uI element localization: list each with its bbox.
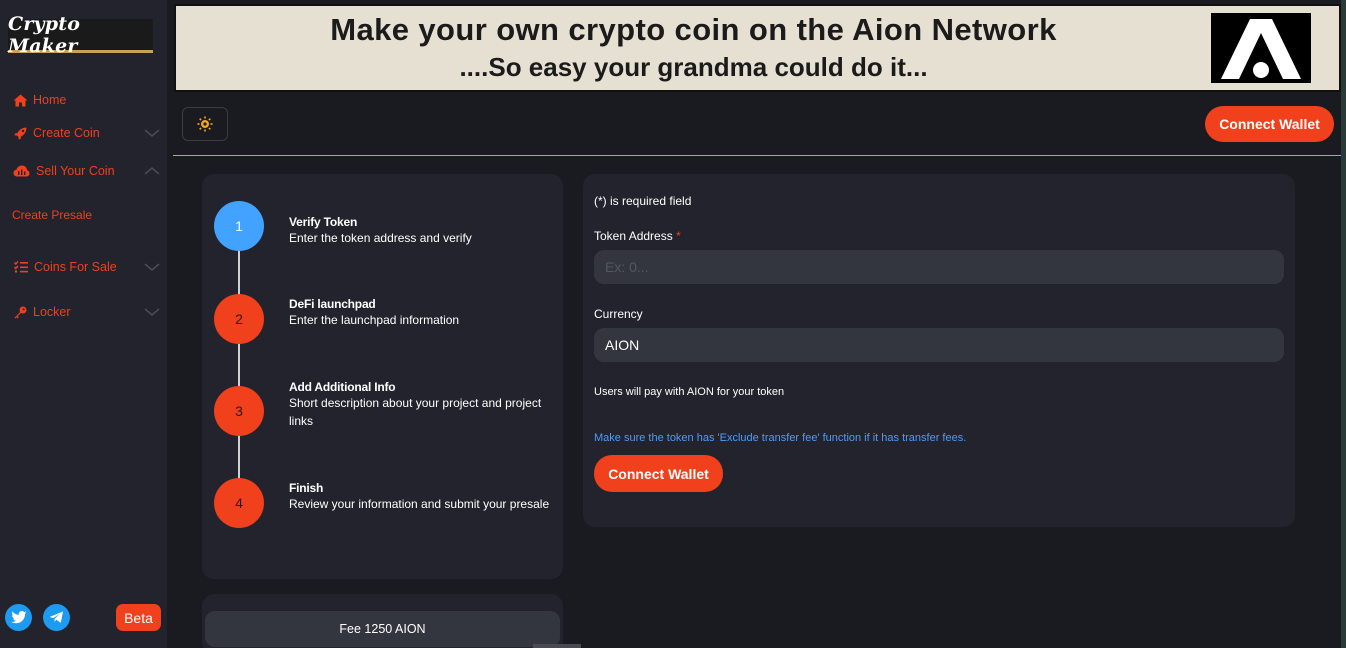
chevron-up-icon[interactable] bbox=[144, 163, 160, 179]
header-divider bbox=[173, 155, 1341, 156]
sidebar-item-locker[interactable]: Locker bbox=[12, 305, 160, 319]
chevron-down-icon[interactable] bbox=[144, 304, 160, 320]
step-4-indicator: 4 bbox=[214, 478, 264, 528]
currency-hint: Users will pay with AION for your token bbox=[594, 386, 785, 398]
sidebar-item-label: Home bbox=[33, 93, 67, 107]
token-address-input[interactable] bbox=[594, 250, 1284, 284]
token-address-label: Token Address * bbox=[594, 229, 681, 243]
currency-field[interactable] bbox=[594, 328, 1284, 362]
step-1-indicator: 1 bbox=[214, 201, 264, 251]
sidebar-item-label: Create Coin bbox=[33, 126, 100, 140]
telegram-icon[interactable] bbox=[43, 604, 70, 631]
step-3-description: Short description about your project and… bbox=[289, 396, 542, 428]
sidebar-item-label: Coins For Sale bbox=[34, 260, 117, 274]
form-connect-wallet-button[interactable]: Connect Wallet bbox=[594, 455, 723, 492]
step-2-title: DeFi launchpad bbox=[289, 297, 376, 311]
sidebar-subitem-create-presale[interactable]: Create Presale bbox=[12, 208, 92, 222]
step-4-description: Review your information and submit your … bbox=[289, 497, 550, 511]
step-1-title: Verify Token bbox=[289, 215, 358, 229]
connect-wallet-button[interactable]: Connect Wallet bbox=[1205, 106, 1334, 142]
step-3-title: Add Additional Info bbox=[289, 380, 396, 394]
window-edge bbox=[1341, 0, 1346, 648]
step-2-indicator: 2 bbox=[214, 294, 264, 344]
horizontal-scrollbar[interactable] bbox=[533, 644, 581, 648]
logo-text: Crypto Maker bbox=[8, 12, 81, 57]
cloud-icon bbox=[12, 164, 30, 178]
theme-toggle-button[interactable] bbox=[182, 107, 228, 141]
transfer-fee-warning: Make sure the token has 'Exclude transfe… bbox=[594, 432, 967, 444]
chevron-down-icon[interactable] bbox=[144, 125, 160, 141]
sidebar-item-label: Sell Your Coin bbox=[36, 164, 115, 178]
key-icon bbox=[12, 305, 28, 319]
fee-label: Fee 1250 AION bbox=[205, 611, 560, 647]
sun-icon bbox=[197, 116, 213, 132]
banner-title: Make your own crypto coin on the Aion Ne… bbox=[330, 12, 1057, 47]
sidebar-item-sell-your-coin[interactable]: Sell Your Coin bbox=[12, 164, 160, 178]
token-address-label-text: Token Address bbox=[594, 229, 673, 243]
sidebar-item-home[interactable]: Home bbox=[12, 93, 152, 107]
rocket-icon bbox=[12, 126, 28, 140]
beta-badge: Beta bbox=[116, 604, 161, 631]
step-3-indicator: 3 bbox=[214, 386, 264, 436]
home-icon bbox=[12, 93, 28, 107]
banner: Make your own crypto coin on the Aion Ne… bbox=[174, 4, 1341, 92]
step-1-description: Enter the token address and verify bbox=[289, 231, 472, 245]
sidebar-item-create-coin[interactable]: Create Coin bbox=[12, 126, 160, 140]
logo[interactable]: Crypto Maker bbox=[8, 13, 153, 57]
required-asterisk: * bbox=[676, 229, 681, 243]
steps-connector bbox=[238, 226, 240, 504]
sidebar-item-label: Locker bbox=[33, 305, 71, 319]
required-note: (*) is required field bbox=[594, 194, 692, 208]
sidebar: Crypto Maker Home Create Coin Sell Your … bbox=[0, 0, 167, 648]
chevron-down-icon[interactable] bbox=[144, 259, 160, 275]
list-icon bbox=[12, 260, 29, 274]
sidebar-item-coins-for-sale[interactable]: Coins For Sale bbox=[12, 260, 160, 274]
currency-label: Currency bbox=[594, 307, 643, 321]
aion-logo-icon bbox=[1211, 13, 1311, 83]
banner-subtitle: ....So easy your grandma could do it... bbox=[459, 52, 928, 82]
step-4-title: Finish bbox=[289, 481, 324, 495]
twitter-icon[interactable] bbox=[5, 604, 32, 631]
sidebar-subitem-label: Create Presale bbox=[12, 208, 93, 222]
step-2-description: Enter the launchpad information bbox=[289, 313, 460, 327]
